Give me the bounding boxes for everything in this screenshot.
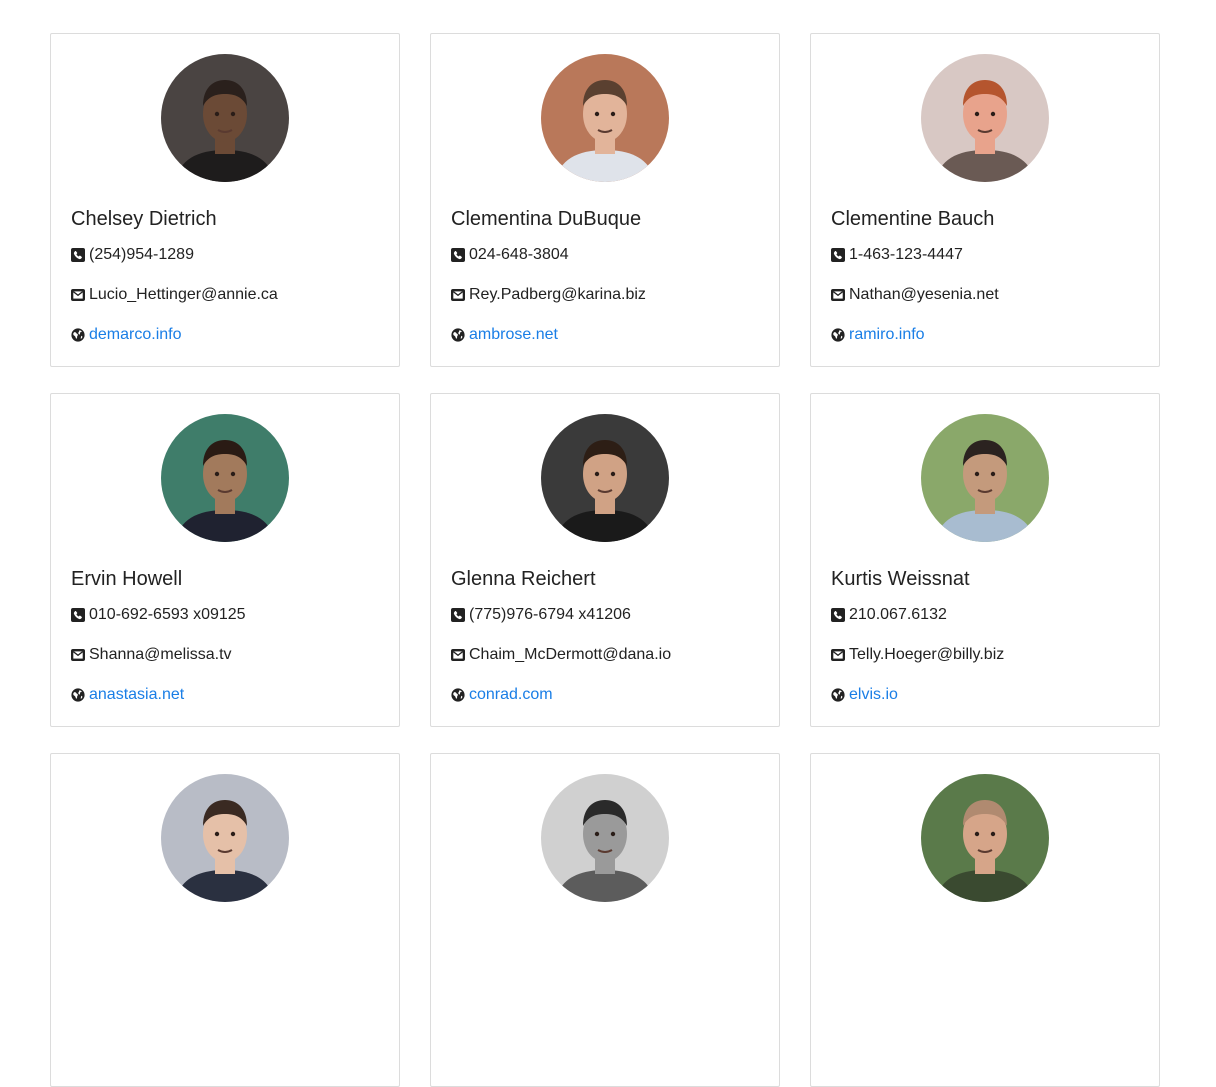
contact-phone: 010-692-6593 x09125 [89, 606, 246, 623]
phone-icon [831, 248, 845, 262]
contact-phone: (254)954-1289 [89, 246, 194, 263]
globe-icon [451, 328, 465, 342]
contact-phone: 024-648-3804 [469, 246, 569, 263]
phone-icon [451, 248, 465, 262]
contact-name: Ervin Howell [71, 568, 183, 590]
contact-email: Nathan@yesenia.net [849, 286, 999, 303]
globe-icon [831, 328, 845, 342]
contact-website-row: conrad.com [451, 685, 553, 705]
contact-phone-row: 010-692-6593 x09125 [71, 605, 246, 625]
avatar [161, 414, 289, 542]
website-link[interactable]: elvis.io [849, 685, 898, 705]
contact-phone-row: 1-463-123-4447 [831, 245, 963, 265]
contact-email: Shanna@melissa.tv [89, 646, 232, 663]
envelope-icon [831, 288, 845, 302]
contact-name: Glenna Reichert [451, 568, 596, 590]
phone-icon [71, 608, 85, 622]
envelope-icon [451, 648, 465, 662]
envelope-icon [451, 288, 465, 302]
contact-email: Telly.Hoeger@billy.biz [849, 646, 1005, 663]
contact-card: Glenna Reichert (775)976-6794 x41206 Chaim… [430, 393, 780, 727]
avatar [161, 54, 289, 182]
contact-card: Chelsey Dietrich (254)954-1289 Lucio_Hetti… [50, 33, 400, 367]
contact-name: Kurtis Weissnat [831, 568, 970, 590]
contact-website-row: ramiro.info [831, 325, 925, 345]
contact-email: Chaim_McDermott@dana.io [469, 646, 672, 663]
contact-card: Ervin Howell 010-692-6593 x09125 Shanna@me… [50, 393, 400, 727]
contact-website-row: elvis.io [831, 685, 898, 705]
contact-email-row: Nathan@yesenia.net [831, 285, 999, 305]
envelope-icon [831, 648, 845, 662]
globe-icon [71, 688, 85, 702]
globe-icon [71, 328, 85, 342]
avatar [541, 414, 669, 542]
phone-icon [71, 248, 85, 262]
contact-phone-row: (254)954-1289 [71, 245, 194, 265]
globe-icon [451, 688, 465, 702]
contact-email: Lucio_Hettinger@annie.ca [89, 286, 278, 303]
contact-name: Clementina DuBuque [451, 208, 642, 230]
website-link[interactable]: ramiro.info [849, 325, 925, 345]
avatar [161, 774, 289, 902]
contact-card: Kurtis Weissnat 210.067.6132 Telly.Hoeger@… [810, 393, 1160, 727]
contact-website-row: anastasia.net [71, 685, 184, 705]
contact-email-row: Rey.Padberg@karina.biz [451, 285, 646, 305]
contact-phone: (775)976-6794 x41206 [469, 606, 631, 623]
phone-icon [831, 608, 845, 622]
website-link[interactable]: demarco.info [89, 325, 182, 345]
contact-card: Clementina DuBuque 024-648-3804 Rey.Padber… [430, 33, 780, 367]
website-link[interactable]: conrad.com [469, 685, 553, 705]
contact-email-row: Shanna@melissa.tv [71, 645, 232, 665]
avatar [921, 414, 1049, 542]
envelope-icon [71, 648, 85, 662]
contact-email-row: Telly.Hoeger@billy.biz [831, 645, 1004, 665]
contact-name: Clementine Bauch [831, 208, 995, 230]
website-link[interactable]: ambrose.net [469, 325, 558, 345]
contact-name: Chelsey Dietrich [71, 208, 217, 230]
contact-email-row: Chaim_McDermott@dana.io [451, 645, 671, 665]
avatar [541, 54, 669, 182]
avatar [921, 774, 1049, 902]
contact-phone: 1-463-123-4447 [849, 246, 963, 263]
contact-grid: Chelsey Dietrich (254)954-1289 Lucio_Hetti… [50, 33, 1160, 1087]
contact-phone-row: 024-648-3804 [451, 245, 569, 265]
contact-phone: 210.067.6132 [849, 606, 947, 623]
contact-card: Clementine Bauch 1-463-123-4447 Nathan@yes… [810, 33, 1160, 367]
contact-card [430, 753, 780, 1087]
contact-phone-row: (775)976-6794 x41206 [451, 605, 631, 625]
contact-card [50, 753, 400, 1087]
globe-icon [831, 688, 845, 702]
website-link[interactable]: anastasia.net [89, 685, 184, 705]
contact-website-row: ambrose.net [451, 325, 558, 345]
contact-email: Rey.Padberg@karina.biz [469, 286, 646, 303]
avatar [921, 54, 1049, 182]
contact-website-row: demarco.info [71, 325, 182, 345]
contact-phone-row: 210.067.6132 [831, 605, 947, 625]
phone-icon [451, 608, 465, 622]
envelope-icon [71, 288, 85, 302]
avatar [541, 774, 669, 902]
contact-email-row: Lucio_Hettinger@annie.ca [71, 285, 278, 305]
contact-card [810, 753, 1160, 1087]
